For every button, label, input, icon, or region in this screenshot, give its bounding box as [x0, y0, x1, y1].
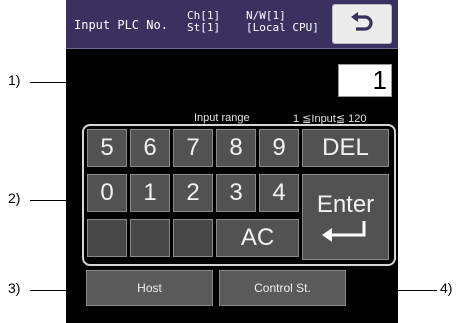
key-1[interactable]: 1: [130, 174, 170, 212]
dialog-title: Input PLC No.: [74, 18, 168, 32]
enter-key[interactable]: Enter: [302, 174, 389, 260]
key-0[interactable]: 0: [87, 174, 127, 212]
back-button[interactable]: [332, 4, 392, 44]
callout-2: 2): [8, 190, 21, 206]
control-station-button[interactable]: Control St.: [219, 270, 346, 306]
cpu-label: [Local CPU]: [246, 21, 319, 34]
callout-4: 4): [440, 280, 453, 296]
channel-station-info: Ch[1] St[1]: [187, 10, 220, 34]
input-plc-dialog: Input PLC No. Ch[1] St[1] N/W[1] [Local …: [66, 0, 398, 323]
key-8[interactable]: 8: [216, 129, 256, 167]
host-button[interactable]: Host: [86, 270, 213, 306]
input-range-label: Input range: [194, 112, 250, 124]
enter-arrow-icon: [321, 221, 365, 242]
key-2[interactable]: 2: [173, 174, 213, 212]
enter-key-label: Enter: [316, 191, 375, 218]
key-7[interactable]: 7: [173, 129, 213, 167]
clear-all-key[interactable]: AC: [216, 219, 299, 257]
blank-key-3: [173, 219, 213, 257]
network-info: N/W[1] [Local CPU]: [246, 10, 319, 34]
plc-number-input[interactable]: 1: [338, 64, 392, 97]
key-3[interactable]: 3: [216, 174, 256, 212]
title-bar: Input PLC No. Ch[1] St[1] N/W[1] [Local …: [66, 0, 398, 49]
key-4[interactable]: 4: [259, 174, 299, 212]
blank-key-1: [87, 219, 127, 257]
key-6[interactable]: 6: [130, 129, 170, 167]
callout-3: 3): [8, 280, 21, 296]
key-9[interactable]: 9: [259, 129, 299, 167]
callout-1: 1): [8, 72, 21, 88]
delete-key[interactable]: DEL: [302, 129, 389, 167]
blank-key-2: [130, 219, 170, 257]
return-arrow-icon: [351, 12, 373, 31]
key-5[interactable]: 5: [87, 129, 127, 167]
station-label: St[1]: [187, 21, 221, 34]
numeric-keypad: 5 6 7 8 9 DEL 0 1 2 3 4 Enter AC: [82, 124, 396, 266]
